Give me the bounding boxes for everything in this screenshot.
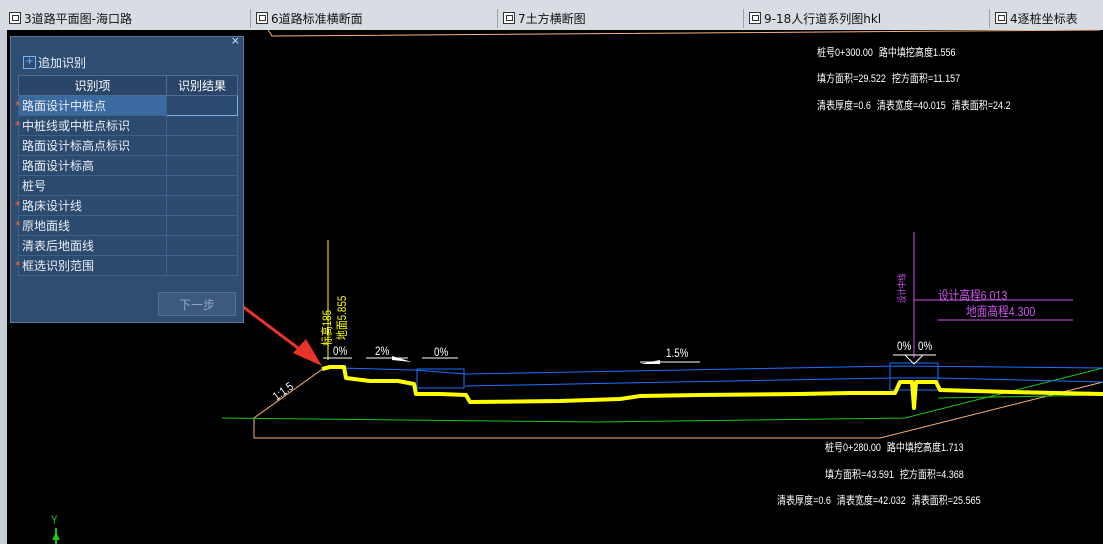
top-fill-cut-info: 填方面积=29.522 挖方面积=11.157 (817, 73, 961, 85)
result-cell[interactable] (166, 255, 238, 276)
table-row[interactable]: * 路面设计中桩点 (15, 95, 238, 116)
ground-elevation-label: 地面高程4.300 (966, 304, 1036, 319)
recognition-panel: × + 追加识别 识别项 识别结果 * 路面设计中桩点 * 中桩线或中桩点标识 路面… (10, 34, 244, 323)
slope-label-1-5pct: 1.5% (666, 346, 689, 360)
bottom-fill-cut-info: 填方面积=43.591 挖方面积=4.368 (825, 469, 964, 481)
table-row[interactable]: 路面设计标高点标识 (17, 135, 238, 156)
design-surface-line-2 (464, 377, 1103, 387)
slope-label-right-1: 0% (897, 339, 912, 353)
result-cell[interactable] (166, 135, 238, 156)
result-cell[interactable] (166, 115, 238, 136)
table-row[interactable]: 桩号 (17, 175, 238, 196)
column-header-item: 识别项 (17, 75, 168, 96)
ucs-y-arrowhead (52, 532, 60, 540)
table-row[interactable]: * 路床设计线 (15, 195, 238, 216)
result-cell[interactable] (166, 215, 238, 236)
ucs-y-label: Y (51, 513, 58, 527)
recognition-table: 识别项 识别结果 * 路面设计中桩点 * 中桩线或中桩点标识 路面设计标高点标识 路… (15, 75, 238, 276)
close-icon[interactable]: × (231, 34, 240, 47)
table-row[interactable]: 路面设计标高 (17, 155, 238, 176)
table-row[interactable]: * 原地面线 (15, 215, 238, 236)
next-step-button[interactable]: 下一步 (158, 292, 236, 316)
slope-label-right-2: 0% (918, 339, 933, 353)
table-header: 识别项 识别结果 (17, 75, 238, 96)
left-ground-elevation-label: 地面5.855 (335, 295, 349, 340)
result-cell[interactable] (166, 175, 238, 196)
slope-label-left: 0% (333, 344, 348, 358)
plus-icon: + (23, 56, 36, 69)
bottom-station-info: 桩号0+280.00 路中填挖高度1.713 (825, 442, 964, 454)
top-clearing-info: 清表厚度=0.6 清表宽度=40.015 清表面积=24.2 (817, 100, 1011, 112)
add-recognition-button[interactable]: + 追加识别 (23, 54, 86, 71)
slope-label-zero: 0% (434, 345, 449, 359)
upper-section-outline (267, 29, 1101, 37)
bottom-clearing-info: 清表厚度=0.6 清表宽度=42.032 清表面积=25.565 (777, 495, 981, 507)
table-row[interactable]: 清表后地面线 (17, 235, 238, 256)
design-surface-line (339, 365, 1103, 375)
table-row[interactable]: * 中桩线或中桩点标识 (15, 115, 238, 136)
result-cell[interactable] (166, 235, 238, 256)
slope-label-2pct: 2% (375, 344, 390, 358)
centerline-label: 设计中线 (897, 273, 907, 303)
table-row[interactable]: * 框选识别范围 (15, 255, 238, 276)
column-header-result: 识别结果 (166, 75, 238, 96)
result-cell[interactable] (166, 155, 238, 176)
result-cell[interactable] (166, 95, 238, 116)
slope-arrow (392, 356, 412, 362)
result-cell[interactable] (166, 195, 238, 216)
top-station-info: 桩号0+300.00 路中填挖高度1.556 (817, 47, 956, 59)
